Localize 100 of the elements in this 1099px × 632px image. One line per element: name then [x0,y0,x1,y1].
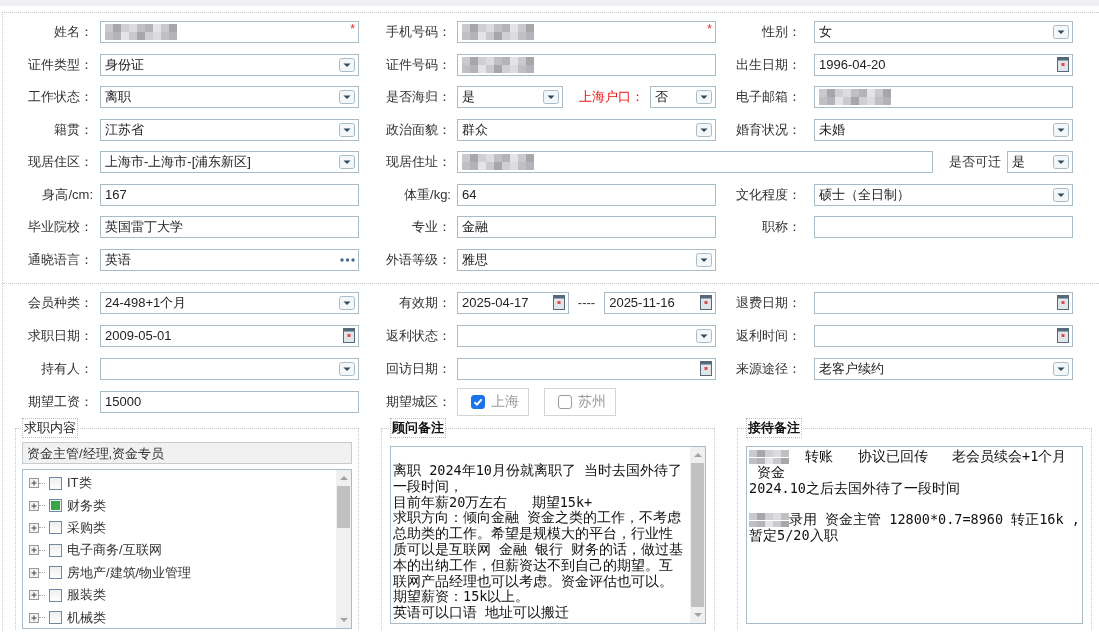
calendar-icon[interactable] [700,361,712,376]
select-field[interactable]: 否 [650,86,716,109]
expand-icon[interactable] [29,567,39,578]
date-field[interactable]: 1996-04-20 [814,53,1073,76]
checkbox[interactable] [49,499,62,513]
more-icon[interactable] [340,257,355,262]
select-field[interactable]: 老客户续约 [814,357,1073,380]
calendar-icon[interactable] [1057,295,1069,310]
expand-icon[interactable] [29,478,39,489]
dropdown-icon[interactable] [696,252,712,267]
expand-icon[interactable] [29,590,39,601]
select-field[interactable]: 江苏省 [100,118,359,141]
select-field[interactable]: 24-498+1个月 [100,291,359,314]
calendar-icon[interactable] [343,328,355,343]
field-label: 电子邮箱： [735,88,802,107]
expand-icon[interactable] [29,612,39,623]
select-field[interactable]: 离职 [100,86,359,109]
dropdown-icon[interactable] [339,57,355,72]
group-title: 接待备注 [746,418,802,438]
select-field[interactable]: 是 [1007,151,1073,174]
calendar-icon[interactable] [1057,328,1069,343]
select-field[interactable]: 群众 [457,118,716,141]
text-field[interactable] [457,53,716,76]
dropdown-icon[interactable] [339,122,355,137]
text-field[interactable]: * [100,21,359,44]
dropdown-icon[interactable] [543,90,559,105]
field-label: 是否海归： [385,88,452,107]
field-label: 文化程度： [735,185,802,204]
checkbox[interactable] [49,476,62,490]
tree-item[interactable]: 服装类 [29,583,336,607]
dropdown-icon[interactable] [1053,361,1069,376]
notes-textarea[interactable]: 转账 协议已回传 老会员续会+1个月 资金 2024.10之后去国外待了一段时间 录用 资金主管 12800*0.7=8960 转正16k , 暂定5/20入职 [746,446,1083,624]
field-label: 专业： [411,218,452,237]
text-field[interactable] [457,151,933,174]
date-field[interactable]: 2025-11-16 [604,291,716,314]
field-label: 毕业院校： [27,218,94,237]
lookup-field[interactable]: 英语 [100,248,359,271]
checkbox[interactable] [49,611,62,625]
scrollbar[interactable] [336,470,351,628]
expand-icon[interactable] [29,522,39,533]
field-label: 期望工资： [27,392,94,411]
select-field[interactable]: 未婚 [814,118,1073,141]
checkbox[interactable] [49,543,62,557]
text-field[interactable]: * [457,21,716,44]
calendar-icon[interactable] [552,295,565,310]
dropdown-icon[interactable] [1053,187,1069,202]
tree-item[interactable]: 采购类 [29,516,336,540]
dropdown-icon[interactable] [1053,155,1069,170]
tree-item[interactable]: 电子商务/互联网 [29,539,336,562]
select-field[interactable]: 是 [457,86,563,109]
text-field[interactable]: 15000 [100,390,359,413]
checkbox[interactable] [49,588,62,602]
text-field[interactable] [814,216,1073,239]
select-field[interactable]: 雅思 [457,248,716,271]
text-field[interactable] [814,86,1073,109]
select-field[interactable] [100,357,359,380]
calendar-icon[interactable] [1057,57,1069,73]
group-title: 顾问备注 [390,418,446,438]
tree-item[interactable]: 房地产/建筑/物业管理 [29,561,336,584]
tree-item[interactable]: 财务类 [29,494,336,517]
notes-textarea[interactable]: 离职 2024年10月份就离职了 当时去国外待了 一段时间， 目前年薪20万左右 期望15k+ 求职方向：倾向金融 资金之类的工作，不考虑 总助类的工作。希望是规模大的平台，行业性 质可以是互联网 金融 银行 财务的话，做过基 本的出纳工作，但薪资达不到自己的期望。互 联网产品经理也可以考虑。资金评估也可以。 期望薪资：15k以上。 英语可以口语 地址可以搬迁 [390,446,706,624]
checkbox[interactable] [471,394,485,409]
field-label: 体重/kg: [403,185,452,204]
text-field[interactable]: 64 [457,183,716,206]
checkbox[interactable] [49,566,62,580]
select-field[interactable]: 女 [814,21,1073,44]
select-field[interactable]: 上海市-上海市-[浦东新区] [100,151,359,174]
dropdown-icon[interactable] [696,122,712,137]
expand-icon[interactable] [29,545,39,556]
tree-item[interactable]: IT类 [29,472,336,495]
dropdown-icon[interactable] [339,90,355,105]
dropdown-icon[interactable] [1053,25,1069,40]
dropdown-icon[interactable] [339,295,355,310]
field-label: 职称： [761,218,802,237]
calendar-icon[interactable] [700,295,712,310]
select-field[interactable]: 硕士（全日制） [814,183,1073,206]
date-field[interactable] [814,324,1073,347]
field-label: 返利时间： [735,326,802,345]
dropdown-icon[interactable] [339,361,355,376]
checkbox[interactable] [49,521,62,535]
selection-field[interactable]: 资金主管/经理,资金专员 [22,442,352,464]
dropdown-icon[interactable] [1053,122,1069,137]
text-field[interactable]: 金融 [457,216,716,239]
checkbox[interactable] [558,394,572,409]
field-label: 政治面貌： [385,120,452,139]
text-field[interactable]: 英国雷丁大学 [100,216,359,239]
select-field[interactable] [457,324,716,347]
tree-item[interactable]: 机械类 [29,606,336,628]
expand-icon[interactable] [29,500,39,511]
select-field[interactable]: 身份证 [100,53,359,76]
date-field[interactable]: 2009-05-01 [100,324,359,347]
date-field[interactable]: 2025-04-17 [457,291,569,314]
group-title: 求职内容 [22,418,78,438]
dropdown-icon[interactable] [696,328,712,343]
text-field[interactable]: 167 [100,183,359,206]
dropdown-icon[interactable] [339,155,355,170]
date-field[interactable] [814,291,1073,314]
date-field[interactable] [457,357,716,380]
scrollbar[interactable] [690,447,705,623]
dropdown-icon[interactable] [696,90,712,105]
